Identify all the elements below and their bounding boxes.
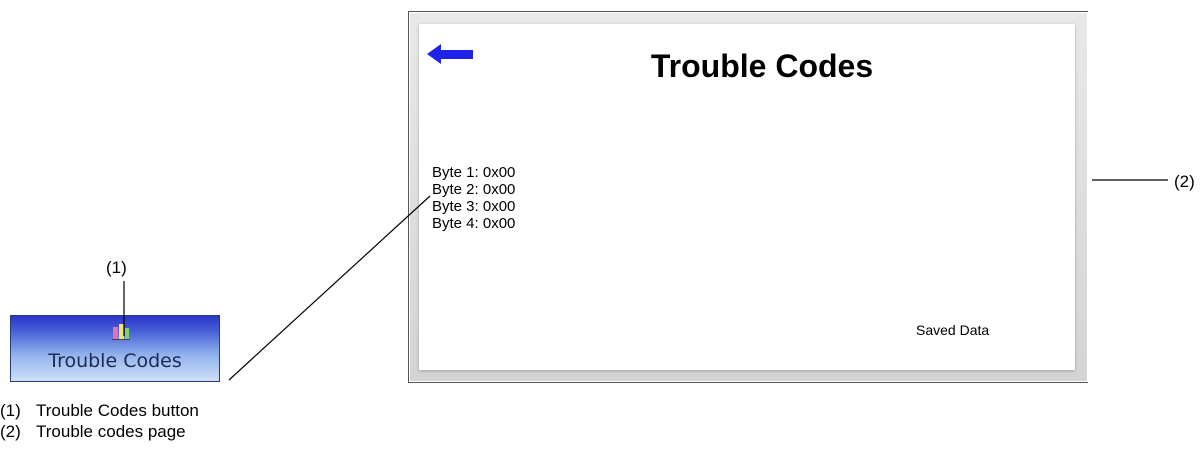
byte-row: Byte 1: 0x00 bbox=[432, 164, 515, 181]
legend-text: Trouble codes page bbox=[36, 422, 186, 441]
byte-label: Byte 4: bbox=[432, 215, 479, 232]
trouble-codes-bars-icon bbox=[112, 324, 130, 340]
legend-number: (2) bbox=[0, 422, 21, 441]
byte-list: Byte 1: 0x00 Byte 2: 0x00 Byte 3: 0x00 B… bbox=[432, 164, 515, 232]
byte-label: Byte 1: bbox=[432, 164, 479, 181]
byte-value: 0x00 bbox=[482, 181, 516, 198]
trouble-codes-page: Trouble Codes Byte 1: 0x00 Byte 2: 0x00 … bbox=[408, 11, 1088, 383]
byte-row: Byte 4: 0x00 bbox=[432, 215, 515, 232]
byte-label: Byte 3: bbox=[432, 198, 479, 215]
saved-data-button[interactable]: Saved Data bbox=[916, 322, 989, 338]
legend-number: (1) bbox=[0, 401, 21, 420]
callout-label-1: (1) bbox=[106, 258, 127, 277]
trouble-codes-button-label: Trouble Codes bbox=[48, 350, 182, 372]
byte-label: Byte 2: bbox=[432, 181, 479, 198]
byte-row: Byte 2: 0x00 bbox=[432, 181, 515, 198]
connector-line bbox=[228, 195, 431, 381]
callout-label-2: (2) bbox=[1174, 172, 1195, 191]
legend-item: (1) Trouble Codes button bbox=[0, 400, 199, 421]
byte-value: 0x00 bbox=[482, 164, 516, 181]
page-title: Trouble Codes bbox=[650, 48, 874, 84]
legend: (1) Trouble Codes button (2) Trouble codes… bbox=[0, 400, 199, 442]
trouble-codes-button[interactable]: Trouble Codes bbox=[10, 315, 220, 382]
byte-row: Byte 3: 0x00 bbox=[432, 198, 515, 215]
legend-text: Trouble Codes button bbox=[36, 401, 199, 420]
byte-value: 0x00 bbox=[482, 198, 516, 215]
legend-item: (2) Trouble codes page bbox=[0, 421, 199, 442]
screen-content: Trouble Codes Byte 1: 0x00 Byte 2: 0x00 … bbox=[419, 24, 1075, 370]
byte-value: 0x00 bbox=[482, 215, 516, 232]
